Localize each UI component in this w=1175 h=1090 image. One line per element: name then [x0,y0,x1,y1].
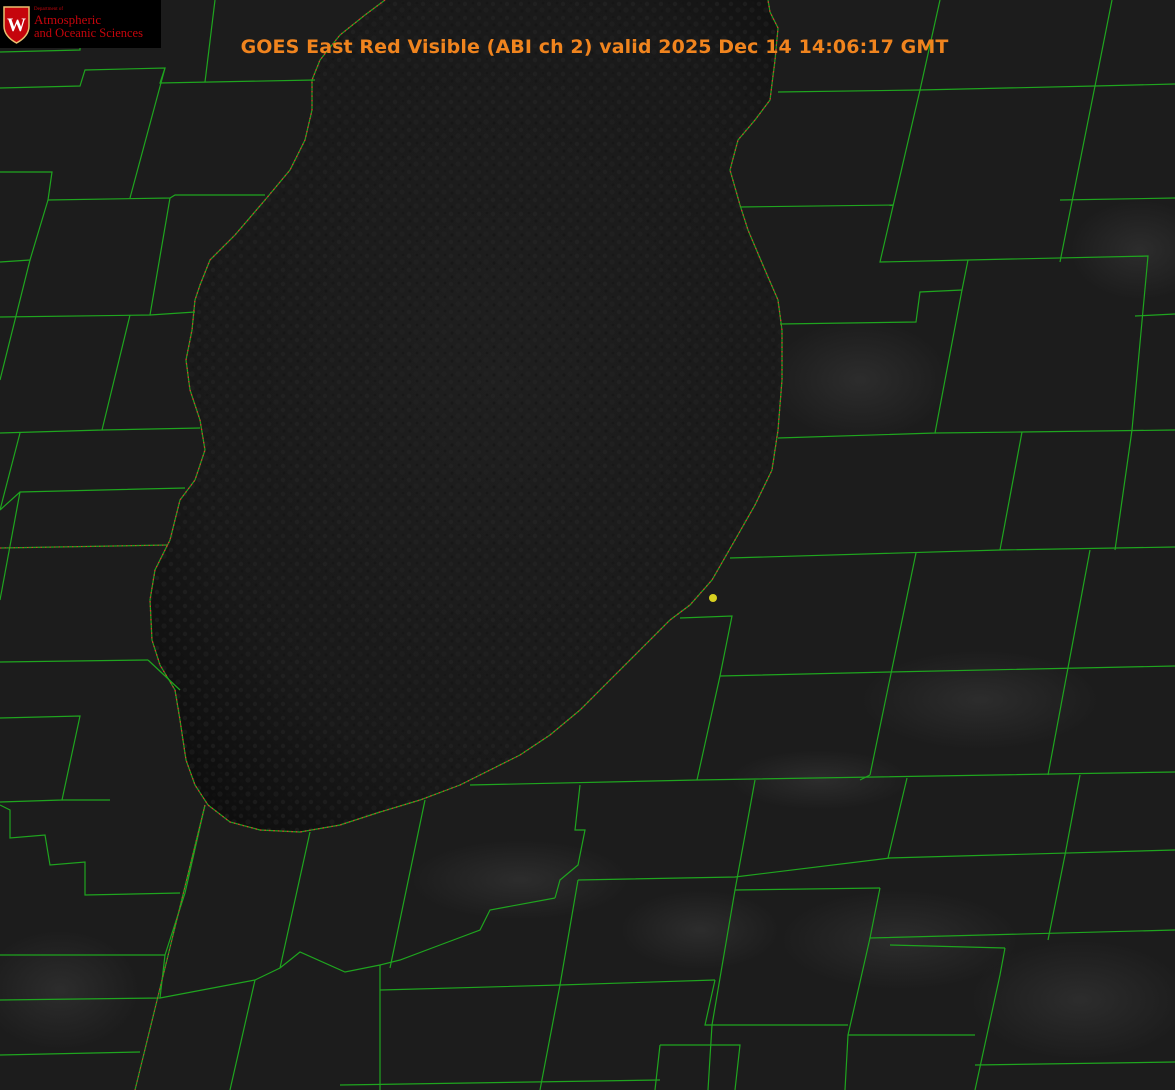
satellite-map [0,0,1175,1090]
svg-text:W: W [7,15,26,36]
location-dot-icon [709,594,717,602]
image-title: GOES East Red Visible (ABI ch 2) valid 2… [240,36,949,58]
satellite-image-viewer: W Department of Atmospheric and Oceanic … [0,0,1175,1090]
logo-line-1: Atmospheric [34,12,102,27]
